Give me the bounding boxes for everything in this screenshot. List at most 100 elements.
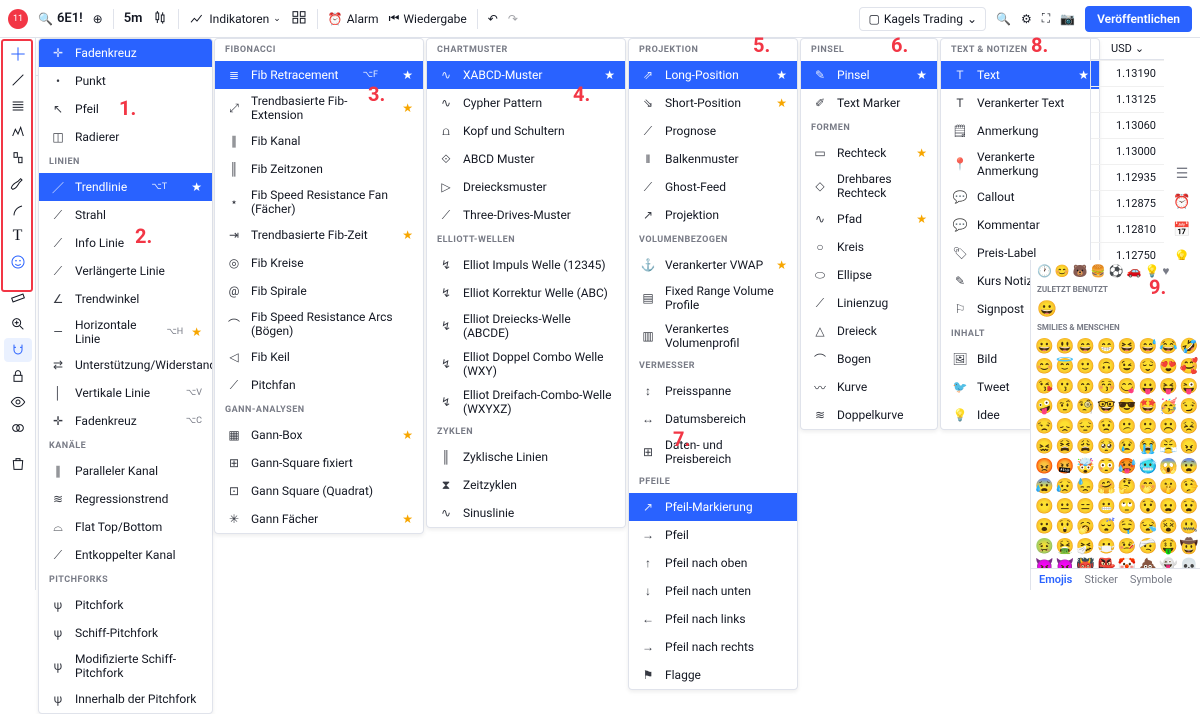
- emoji-item[interactable]: 😪: [1138, 517, 1157, 535]
- arrow-left[interactable]: ←Pfeil nach links: [629, 605, 797, 633]
- emoji-item[interactable]: 😎: [1118, 397, 1137, 415]
- emoji-item[interactable]: 😣: [1180, 417, 1199, 435]
- elliot-corrective[interactable]: ↯Elliot Korrektur Welle (ABC): [427, 279, 625, 307]
- crosshair-tool[interactable]: [4, 42, 32, 66]
- emoji-item[interactable]: 😜: [1180, 377, 1199, 395]
- cursor-eraser[interactable]: ◫Radierer: [39, 123, 212, 151]
- emoji-tab-emojis[interactable]: Emojis: [1039, 573, 1072, 586]
- vol-frvp[interactable]: ▤Fixed Range Volume Profile: [629, 279, 797, 317]
- fib-extension[interactable]: ⤢Trendbasierte Fib-Extension★: [215, 89, 423, 127]
- emoji-item[interactable]: 😙: [1076, 377, 1095, 395]
- brush-brush[interactable]: ✎Pinsel★: [801, 61, 937, 89]
- shape-ellipse[interactable]: ⬭Ellipse: [801, 261, 937, 289]
- cycle-lines[interactable]: ║Zyklische Linien: [427, 443, 625, 471]
- undo-button[interactable]: ↶: [488, 12, 498, 26]
- emoji-item[interactable]: 🤠: [1180, 537, 1199, 555]
- line-trendline[interactable]: ／Trendlinie⌥T★: [39, 173, 212, 201]
- txt-note[interactable]: 🗒Anmerkung: [941, 117, 1099, 145]
- emoji-recent[interactable]: 😀: [1031, 297, 1200, 320]
- fib-arcs[interactable]: ⌒Fib Speed Resistance Arcs (Bögen): [215, 305, 423, 343]
- emoji-item[interactable]: 🥰: [1180, 357, 1199, 375]
- emoji-item[interactable]: ☹️: [1159, 417, 1178, 435]
- emoji-tool[interactable]: [4, 250, 32, 274]
- elliot-triple[interactable]: ↯Elliot Dreifach-Combo-Welle (WXYXZ): [427, 383, 625, 421]
- add-icon[interactable]: ⊕: [93, 12, 103, 26]
- emoji-item[interactable]: 😊: [1035, 357, 1054, 375]
- alerts-list-icon[interactable]: ⏰: [1172, 192, 1192, 212]
- emoji-item[interactable]: 😱: [1159, 457, 1178, 475]
- emoji-item[interactable]: 😩: [1076, 437, 1095, 455]
- emoji-item[interactable]: 😆: [1118, 337, 1137, 355]
- emoji-item[interactable]: 😮: [1035, 517, 1054, 535]
- emoji-item[interactable]: 😐: [1056, 497, 1075, 515]
- search-top-icon[interactable]: 🔍: [996, 12, 1011, 26]
- emoji-item[interactable]: 😲: [1056, 517, 1075, 535]
- emoji-item[interactable]: 🤣: [1180, 337, 1199, 355]
- sync-tool[interactable]: [4, 416, 32, 440]
- emoji-item[interactable]: 😒: [1035, 417, 1054, 435]
- emoji-item[interactable]: 😬: [1097, 497, 1116, 515]
- arrow-arrow[interactable]: →Pfeil: [629, 521, 797, 549]
- line-info[interactable]: ⟋Info Linie: [39, 229, 212, 257]
- fib-circles[interactable]: ◎Fib Kreise: [215, 249, 423, 277]
- emoji-item[interactable]: 🥱: [1076, 517, 1095, 535]
- emoji-item[interactable]: 😯: [1138, 497, 1157, 515]
- txt-anchored[interactable]: TVerankerter Text: [941, 89, 1099, 117]
- emoji-item[interactable]: 😑: [1076, 497, 1095, 515]
- line-crosshair[interactable]: ✛Fadenkreuz⌥C: [39, 407, 212, 435]
- fib-wedge[interactable]: ◁Fib Keil: [215, 343, 423, 371]
- chan-parallel[interactable]: ∥Paralleler Kanal: [39, 457, 212, 485]
- emoji-item[interactable]: 😛: [1138, 377, 1157, 395]
- notification-badge[interactable]: 11: [8, 9, 28, 29]
- emoji-item[interactable]: 🤬: [1056, 457, 1075, 475]
- line-angle[interactable]: ∠Trendwinkel: [39, 285, 212, 313]
- emoji-item[interactable]: 😅: [1138, 337, 1157, 355]
- replay-button[interactable]: ⏮ Wiedergabe: [389, 11, 467, 26]
- line-sr[interactable]: ⇄Unterstützung/Widerstandslinie★: [39, 351, 212, 379]
- pitch-mod-schiff[interactable]: ψModifizierte Schiff-Pitchfork: [39, 647, 212, 685]
- proj-long[interactable]: ⇗Long-Position★: [629, 61, 797, 89]
- lock-tool[interactable]: [4, 364, 32, 388]
- shape-double-curve[interactable]: ≋Doppelkurve: [801, 401, 937, 429]
- emoji-item[interactable]: 😤: [1159, 437, 1178, 455]
- pat-xabcd[interactable]: ∿XABCD-Muster★: [427, 61, 625, 89]
- cursor-arrow[interactable]: ↖Pfeil: [39, 95, 212, 123]
- gann-box[interactable]: ▦Gann-Box★: [215, 421, 423, 449]
- brush-tool[interactable]: [4, 172, 32, 196]
- emoji-item[interactable]: 😘: [1035, 377, 1054, 395]
- shapes-tool[interactable]: [4, 198, 32, 222]
- candle-icon[interactable]: [152, 9, 168, 28]
- proj-forecast[interactable]: ⟋Prognose: [629, 117, 797, 145]
- emoji-item[interactable]: 😭: [1138, 437, 1157, 455]
- emoji-item[interactable]: 🤓: [1097, 397, 1116, 415]
- emoji-item[interactable]: 👿: [1056, 557, 1075, 568]
- projection-tool[interactable]: [4, 146, 32, 170]
- pitch-inside[interactable]: ψInnerhalb der Pitchfork: [39, 685, 212, 713]
- pat-hns[interactable]: ⩍Kopf und Schultern: [427, 117, 625, 145]
- pat-abcd[interactable]: ⟐ABCD Muster: [427, 145, 625, 173]
- gann-square-fixed[interactable]: ⊞Gann-Square fixiert: [215, 449, 423, 477]
- vol-avp[interactable]: ▥Verankertes Volumenprofil: [629, 317, 797, 355]
- redo-button[interactable]: ↷: [508, 12, 518, 26]
- emoji-item[interactable]: 🤨: [1056, 397, 1075, 415]
- emoji-tab-sticker[interactable]: Sticker: [1084, 573, 1118, 586]
- currency-selector[interactable]: USD ⌄: [1091, 38, 1164, 60]
- watchlist-icon[interactable]: ☰: [1172, 164, 1192, 184]
- arrow-right[interactable]: →Pfeil nach rechts: [629, 633, 797, 661]
- emoji-item[interactable]: 😡: [1035, 457, 1054, 475]
- eye-tool[interactable]: [4, 390, 32, 414]
- elliot-triangle[interactable]: ↯Elliot Dreiecks-Welle (ABCDE): [427, 307, 625, 345]
- txt-anchored-note[interactable]: 📍Verankerte Anmerkung: [941, 145, 1099, 183]
- emoji-item[interactable]: 🤔: [1118, 477, 1137, 495]
- shape-polyline[interactable]: ⟋Linienzug: [801, 289, 937, 317]
- meas-dp[interactable]: ⊞Daten- und Preisbereich: [629, 433, 797, 471]
- emoji-item[interactable]: 🙁: [1138, 417, 1157, 435]
- emoji-item[interactable]: 🤤: [1118, 517, 1137, 535]
- fib-channel[interactable]: ∥Fib Kanal: [215, 127, 423, 155]
- camera-icon[interactable]: 📷: [1060, 12, 1075, 26]
- emoji-item[interactable]: 😈: [1035, 557, 1054, 568]
- chan-disjoint[interactable]: ⟋Entkoppelter Kanal: [39, 541, 212, 569]
- templates-icon[interactable]: [291, 9, 307, 28]
- arrow-marker[interactable]: ↗Pfeil-Markierung: [629, 493, 797, 521]
- fib-fan[interactable]: ⋆Fib Speed Resistance Fan (Fächer): [215, 183, 423, 221]
